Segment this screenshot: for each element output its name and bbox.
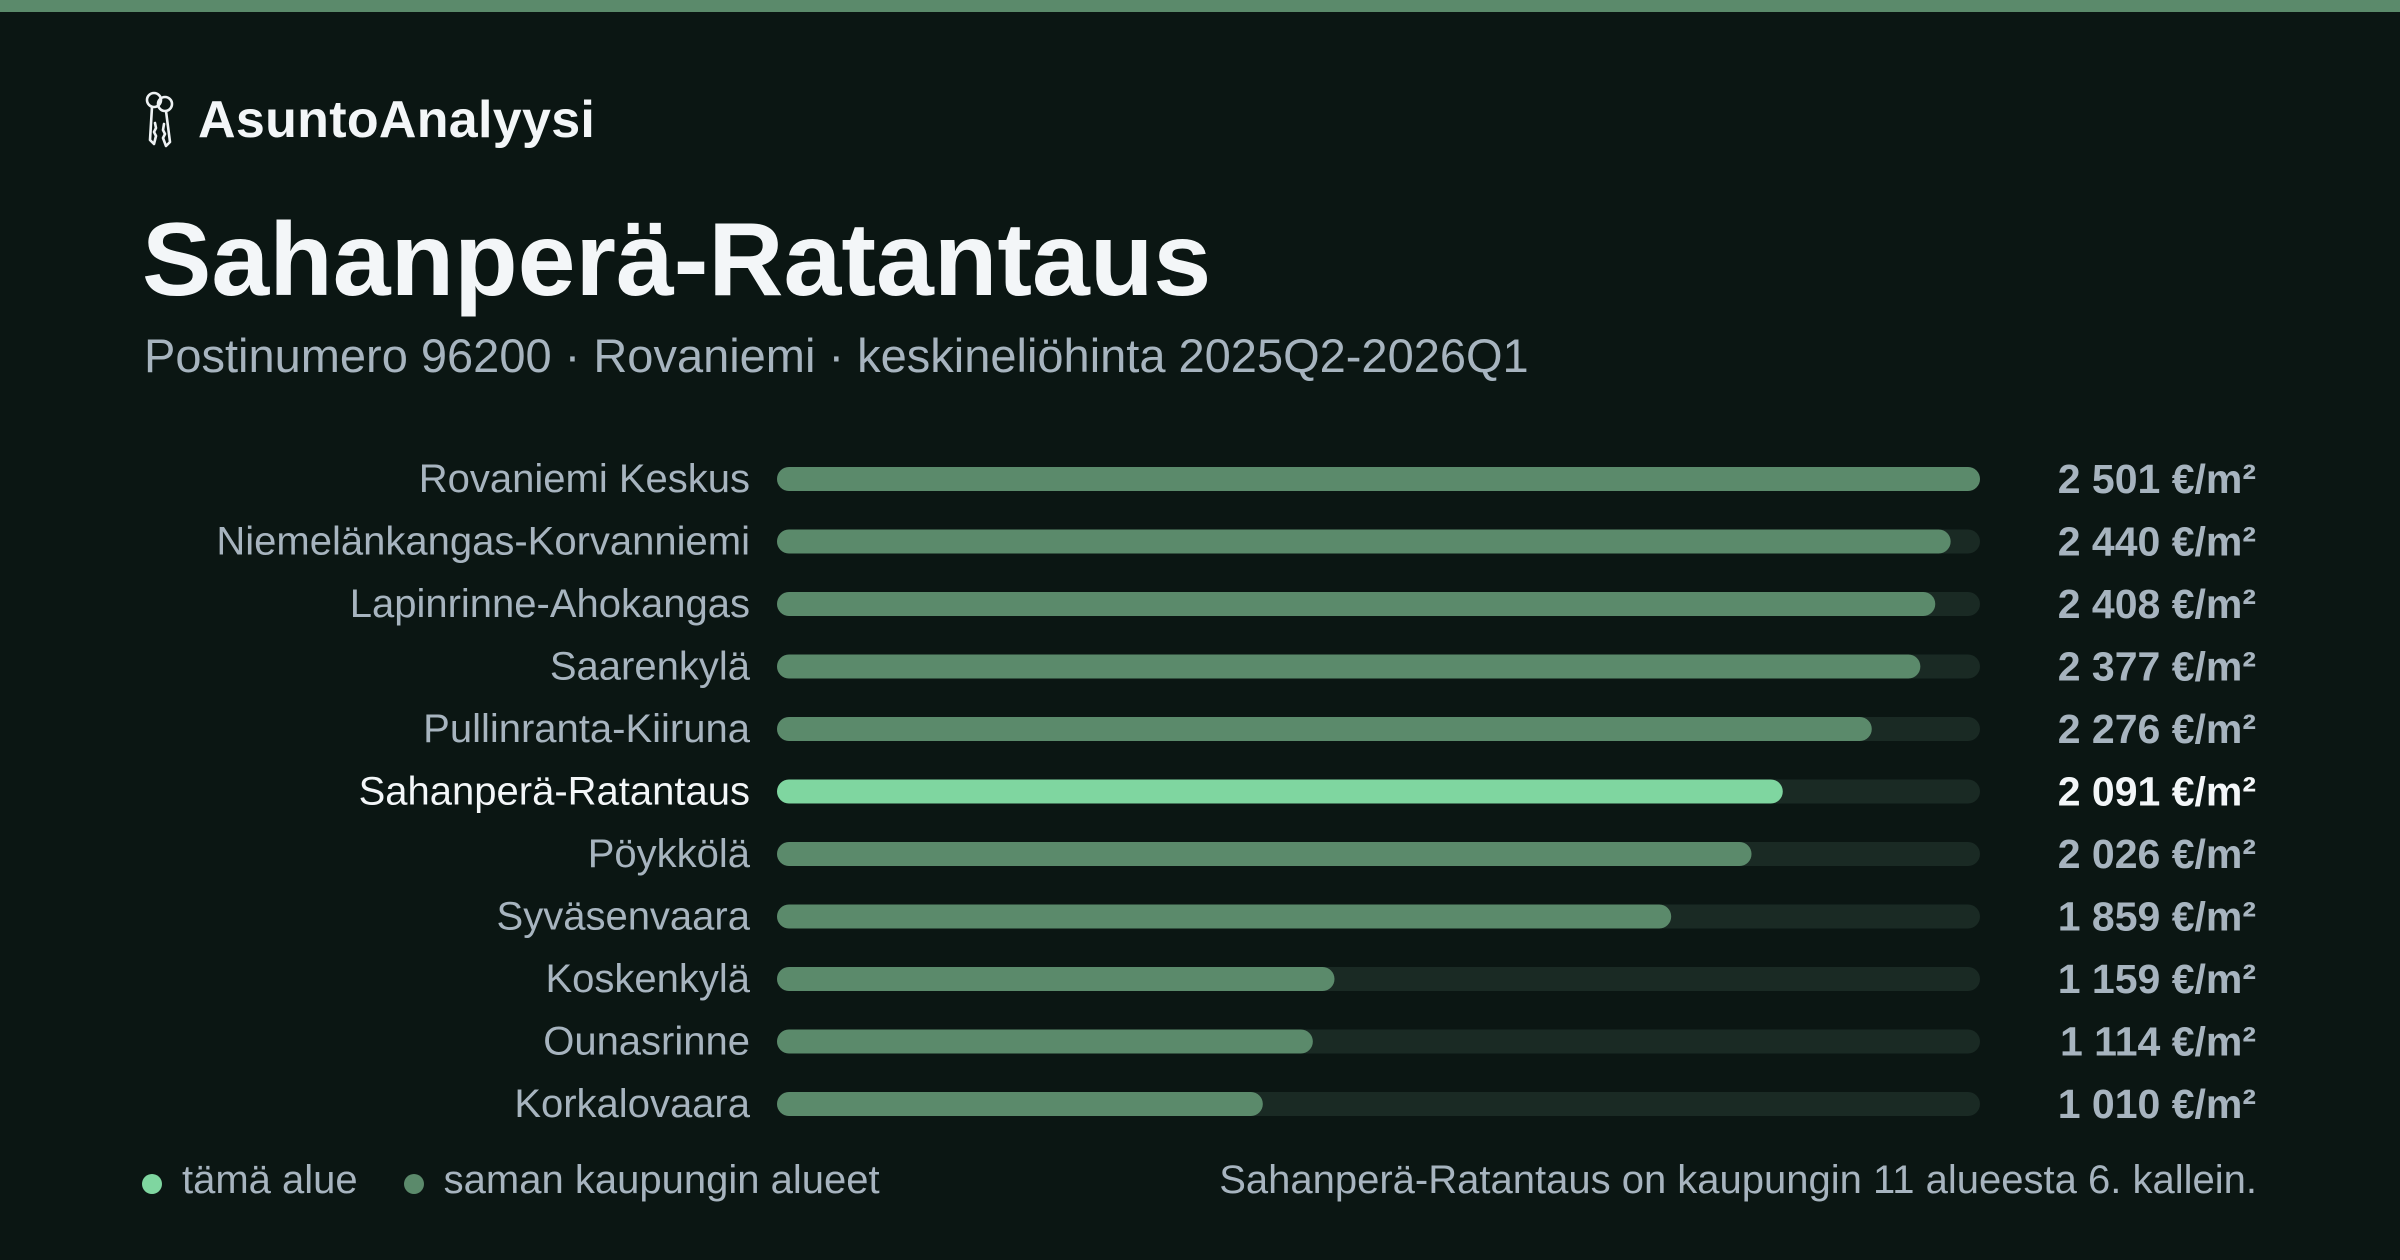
legend-item-this-area: tämä alue [142,1158,358,1203]
category-label: Rovaniemi Keskus [419,457,750,501]
category-label: Pöykkölä [588,832,751,876]
category-label: Koskenkylä [545,957,750,1001]
legend-label-same-city: saman kaupungin alueet [443,1157,880,1202]
bar [777,842,1752,866]
legend-dot-city [403,1174,424,1194]
value-label: 1 010 €/m² [2058,1081,2256,1127]
bar [777,717,1872,741]
bar [777,467,1980,491]
value-label: 1 114 €/m² [2060,1019,2256,1065]
value-label: 2 440 €/m² [2058,519,2256,565]
bar [777,654,1921,679]
value-label: 1 859 €/m² [2058,894,2256,940]
value-label: 2 091 €/m² [2058,769,2256,815]
value-label: 2 501 €/m² [2058,456,2256,502]
bar-highlight [777,779,1783,804]
bar [777,529,1951,554]
category-label: Saarenkylä [550,645,751,689]
category-label: Sahanperä-Ratantaus [359,770,750,814]
bar [777,1092,1263,1116]
value-label: 1 159 €/m² [2058,956,2256,1002]
category-label: Syväsenvaara [497,895,751,939]
category-label: Korkalovaara [514,1082,750,1126]
value-label: 2 026 €/m² [2058,831,2256,877]
chart-footer: tämä alue saman kaupungin alueet Sahanpe… [0,1150,2400,1210]
chart-legend: tämä alue saman kaupungin alueet [142,1150,880,1210]
rank-summary: Sahanperä-Ratantaus on kaupungin 11 alue… [1219,1158,2257,1202]
category-label: Pullinranta-Kiiruna [423,707,751,751]
legend-label-this-area: tämä alue [182,1157,358,1202]
value-label: 2 408 €/m² [2058,581,2256,627]
bar [777,1029,1313,1054]
value-label: 2 377 €/m² [2058,644,2256,690]
bar [777,904,1672,929]
bar [777,967,1335,991]
legend-dot-highlight [142,1174,162,1194]
bar [777,592,1936,616]
category-label: Niemelänkangas-Korvanniemi [216,520,750,564]
category-label: Ounasrinne [543,1020,750,1064]
legend-item-same-city: saman kaupungin alueet [403,1157,880,1203]
category-label: Lapinrinne-Ahokangas [350,582,750,626]
price-bar-chart: Rovaniemi Keskus 2 501 €/m² Niemelänkangas… [216,456,2256,1127]
value-label: 2 276 €/m² [2058,706,2256,752]
